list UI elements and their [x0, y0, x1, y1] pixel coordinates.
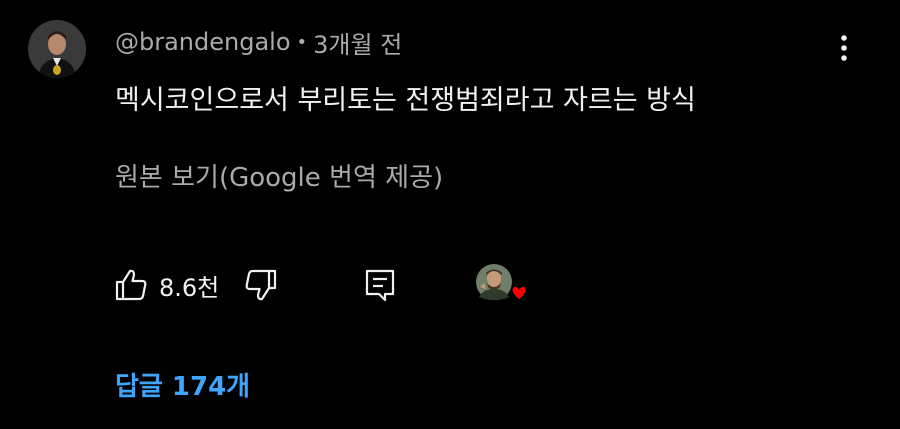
thumbs-up-icon	[115, 269, 147, 301]
reply-comment-icon	[365, 269, 395, 302]
meta-separator: •	[296, 31, 308, 53]
dislike-button[interactable]	[243, 263, 279, 307]
view-original-link[interactable]: 원본 보기(Google 번역 제공)	[115, 157, 443, 194]
view-replies-button[interactable]: 답글 174개	[115, 366, 250, 403]
avatar-image	[28, 20, 86, 78]
creator-heart	[475, 263, 527, 307]
like-count: 8.6천	[159, 273, 220, 302]
reply-button[interactable]	[363, 263, 397, 307]
author-handle[interactable]: @brandengalo	[115, 28, 291, 56]
comment-header: @brandengalo • 3개월 전	[115, 26, 403, 59]
thumbs-down-icon	[245, 269, 277, 301]
creator-heart-badge	[476, 264, 527, 301]
comment-thread: @brandengalo • 3개월 전 멕시코인으로서 부리토는 전쟁범죄라고…	[0, 0, 900, 429]
comment-timestamp: 3개월 전	[313, 30, 403, 59]
more-vertical-icon	[841, 35, 847, 61]
more-options-button[interactable]	[826, 30, 862, 66]
author-avatar[interactable]	[28, 20, 86, 78]
comment-text: 멕시코인으로서 부리토는 전쟁범죄라고 자르는 방식	[115, 85, 696, 116]
like-button[interactable]: 8.6천	[113, 263, 219, 307]
